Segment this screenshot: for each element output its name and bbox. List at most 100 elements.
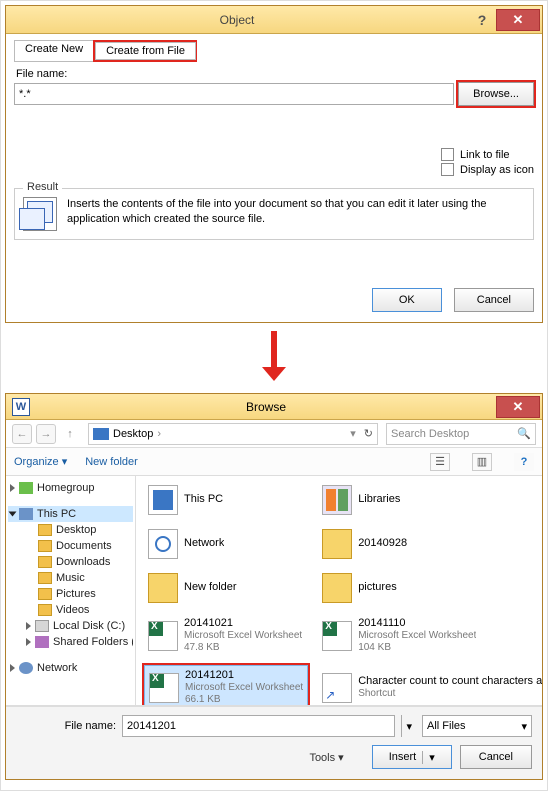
file-type: Shortcut [358,688,542,700]
file-item[interactable]: New folder [144,570,308,606]
new-folder-button[interactable]: New folder [85,456,138,468]
filename-input[interactable] [14,83,454,105]
browse-button[interactable]: Browse... [458,82,534,106]
file-name: New folder [184,581,237,594]
browse-title: Browse [36,400,496,414]
close-button[interactable]: ✕ [496,9,540,31]
result-group: Result Inserts the contents of the file … [14,188,534,240]
nav-tree: Homegroup This PC Desktop Documents Down… [6,476,136,705]
help-icon[interactable]: ? [468,12,496,28]
file-filter-dropdown[interactable]: All Files▾ [422,715,532,737]
sidebar-item-this-pc[interactable]: This PC [8,506,133,522]
file-item[interactable]: Network [144,526,308,562]
sidebar-item-homegroup[interactable]: Homegroup [8,480,133,496]
file-name: Network [184,537,224,550]
result-legend: Result [23,181,62,193]
net-icon [148,529,178,559]
browse-close-button[interactable]: ✕ [496,396,540,418]
file-item[interactable]: 20141021Microsoft Excel Worksheet47.8 KB [144,614,308,657]
sidebar-item-videos[interactable]: Videos [8,602,133,618]
file-item[interactable]: 20141110Microsoft Excel Worksheet104 KB [318,614,542,657]
filename-input[interactable] [122,715,395,737]
flow-arrow [5,323,543,393]
file-name: 20141201 [185,669,303,682]
lib-icon [322,485,352,515]
nav-back-icon[interactable]: ← [12,424,32,444]
result-text: Inserts the contents of the file into yo… [67,197,525,227]
tab-create-from-file[interactable]: Create from File [95,42,196,60]
browse-cancel-button[interactable]: Cancel [460,745,532,769]
chevron-down-icon: ▾ [521,720,527,733]
browse-titlebar: W Browse ✕ [6,394,542,420]
sidebar-item-documents[interactable]: Documents [8,538,133,554]
xls-icon [148,621,178,651]
sidebar-item-pictures[interactable]: Pictures [8,586,133,602]
file-item[interactable]: pictures [318,570,542,606]
file-name: 20141110 [358,617,476,630]
sidebar-item-music[interactable]: Music [8,570,133,586]
sidebar-item-network[interactable]: Network [8,660,133,676]
address-dropdown-icon[interactable]: ▾ [350,427,356,440]
display-as-icon-checkbox[interactable] [441,163,454,176]
file-item[interactable]: 20140928 [318,526,542,562]
file-size: 66.1 KB [185,694,303,705]
nav-bar: ← → ↑ Desktop › ▾ ↻ Search Desktop 🔍 [6,420,542,448]
file-type: Microsoft Excel Worksheet [358,630,476,642]
browse-dialog: W Browse ✕ ← → ↑ Desktop › ▾ ↻ Search De… [5,393,543,780]
word-app-icon: W [12,398,30,416]
sidebar-item-desktop[interactable]: Desktop [8,522,133,538]
breadcrumb-chevron-icon[interactable]: › [157,428,161,440]
address-bar[interactable]: Desktop › ▾ ↻ [88,423,378,445]
view-details-icon[interactable]: ▥ [472,453,492,471]
tab-create-new[interactable]: Create New [14,40,94,62]
file-name: Libraries [358,493,400,506]
highlight-create-from-file: Create from File [93,40,197,62]
refresh-icon[interactable]: ↻ [364,427,373,440]
titlebar: Object ? ✕ [6,6,542,34]
search-input[interactable]: Search Desktop 🔍 [386,423,536,445]
file-name: pictures [358,581,397,594]
organize-menu[interactable]: Organize ▾ [14,455,67,468]
link-to-file-checkbox[interactable] [441,148,454,161]
file-name: Character count to count characters and … [358,675,542,688]
file-name: This PC [184,493,223,506]
desktop-icon [93,428,109,440]
display-as-icon-label: Display as icon [460,164,534,176]
folder-icon [322,573,352,603]
insert-split-icon[interactable]: ▾ [422,751,435,764]
dialog-title: Object [6,13,468,27]
browse-footer: File name: ▾ All Files▾ Tools ▾ Insert▾ … [6,706,542,779]
filename-dropdown-icon[interactable]: ▾ [401,715,416,737]
pc-icon [148,485,178,515]
link-to-file-label: Link to file [460,149,510,161]
file-name: 20141021 [184,617,302,630]
cancel-button[interactable]: Cancel [454,288,534,312]
file-item[interactable]: 20141201Microsoft Excel Worksheet66.1 KB [144,665,308,705]
browse-toolbar: Organize ▾ New folder ☰ ▥ ? [6,448,542,476]
folder-icon [322,529,352,559]
file-type: Microsoft Excel Worksheet [185,682,303,694]
folder-icon [148,573,178,603]
file-type: Microsoft Excel Worksheet [184,630,302,642]
nav-forward-icon[interactable]: → [36,424,56,444]
address-text: Desktop [113,428,153,440]
view-large-icon[interactable]: ☰ [430,453,450,471]
file-size: 47.8 KB [184,642,302,654]
sidebar-item-shared[interactable]: Shared Folders (\\ [8,634,133,650]
help-icon[interactable]: ? [514,453,534,471]
filename-label: File name: [16,720,116,732]
tools-menu[interactable]: Tools ▾ [309,751,343,764]
tab-strip: Create New Create from File [14,40,534,62]
sidebar-item-local-disk[interactable]: Local Disk (C:) [8,618,133,634]
file-size: 104 KB [358,642,476,654]
sidebar-item-downloads[interactable]: Downloads [8,554,133,570]
insert-button[interactable]: Insert▾ [372,745,452,769]
file-item[interactable]: Libraries [318,482,542,518]
file-item[interactable]: Character count to count characters and … [318,665,542,705]
file-name: 20140928 [358,537,407,550]
xls-icon [322,621,352,651]
ok-button[interactable]: OK [372,288,442,312]
file-item[interactable]: This PC [144,482,308,518]
nav-up-icon[interactable]: ↑ [60,424,80,444]
file-list: This PC Libraries Network 20140928 New folde… [136,476,542,705]
